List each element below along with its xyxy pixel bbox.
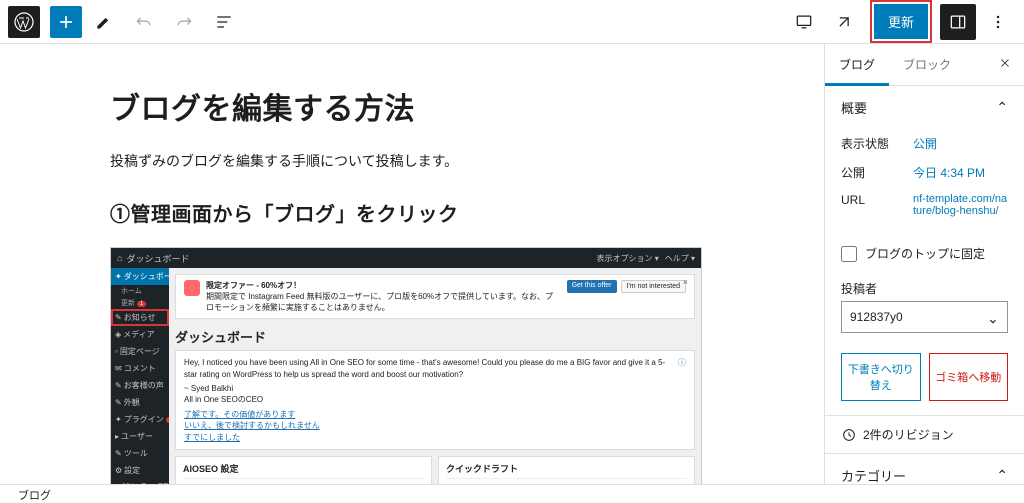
nested-nav-home: ホーム	[111, 285, 169, 297]
panel-icon	[948, 12, 968, 32]
author-label: 投稿者	[825, 270, 1024, 301]
category-label: カテゴリー	[841, 466, 906, 484]
nested-nav-tools: ✎ツール	[111, 445, 169, 462]
nested-nav-dashboard: ✦ダッシュボード	[111, 268, 169, 285]
add-block-button[interactable]	[50, 6, 82, 38]
wordpress-icon	[14, 12, 34, 32]
desktop-icon	[794, 12, 814, 32]
nested-nav-plugins: ✦プラグイン 1	[111, 411, 169, 428]
list-icon	[214, 12, 234, 32]
status-value-link[interactable]: 公開	[913, 135, 1008, 152]
sticky-checkbox[interactable]	[841, 246, 857, 262]
history-icon	[841, 427, 857, 443]
block-breadcrumb[interactable]: ブログ	[0, 484, 1024, 502]
nested-aioseo-review: ⓘ Hey, I noticed you have been using All…	[175, 350, 695, 449]
nested-panel-link3: すでにしました	[184, 433, 240, 442]
nested-nav-pages: ▫固定ページ	[111, 343, 169, 360]
nested-panel-text: Hey, I noticed you have been using All i…	[184, 357, 686, 379]
nested-display-options: 表示オプション ▾	[597, 253, 659, 264]
close-sidebar-button[interactable]	[986, 44, 1024, 85]
breadcrumb-item: ブログ	[18, 490, 51, 502]
publish-value-link[interactable]: 今日 4:34 PM	[913, 164, 1008, 181]
url-label: URL	[841, 193, 913, 217]
nested-panel-link2: いいえ、後で検討するかもしれません	[184, 421, 320, 430]
chevron-down-icon: ⌃	[987, 309, 999, 326]
plus-icon	[56, 12, 76, 32]
heading-block[interactable]: ①管理画面から「ブログ」をクリック	[110, 198, 730, 227]
nested-panel-sig2: All in One SEOのCEO	[184, 394, 686, 405]
more-menu-button[interactable]	[980, 4, 1016, 40]
nested-col1-title: AIOSEO 設定	[183, 462, 424, 479]
summary-section-header[interactable]: 概要 ⌃	[825, 86, 1024, 129]
nested-bar-title: ダッシュボード	[126, 252, 189, 265]
close-icon: ×	[683, 277, 688, 287]
image-block-nested-screenshot[interactable]: ⌂ ダッシュボード 表示オプション ▾ ヘルプ ▾ ✦ダッシュボード ホーム 更新…	[110, 247, 702, 484]
nested-nav-media: ◈メディア	[111, 326, 169, 343]
nested-panel-sig1: ~ Syed Balkhi	[184, 383, 686, 394]
revisions-text: 2件のリビジョン	[863, 426, 954, 443]
nested-nav-appearance: ✎外観	[111, 394, 169, 411]
external-link-icon	[834, 12, 854, 32]
nested-panel-link1: 了解です。その価値があります	[184, 410, 295, 419]
nested-notice-text: 期間限定で Instagram Feed 無料版のユーザーに、プロ版を60%オフ…	[206, 291, 561, 313]
revisions-link[interactable]: 2件のリビジョン	[825, 416, 1024, 454]
edit-mode-button[interactable]	[86, 4, 122, 40]
dots-vertical-icon	[988, 12, 1008, 32]
nested-adminbar: ⌂ ダッシュボード 表示オプション ▾ ヘルプ ▾	[111, 248, 701, 268]
nested-nav-update: 更新 1	[111, 297, 169, 309]
redo-icon	[174, 12, 194, 32]
summary-label: 概要	[841, 98, 867, 117]
update-highlight-annotation: 更新	[870, 0, 932, 43]
preview-external-button[interactable]	[826, 4, 862, 40]
nested-content: 限定オファー - 60%オフ！ 期間限定で Instagram Feed 無料版…	[169, 268, 701, 484]
close-icon	[998, 56, 1012, 70]
nested-notice-title: 限定オファー - 60%オフ！	[206, 280, 561, 291]
info-icon: ⓘ	[678, 357, 686, 368]
tab-block[interactable]: ブロック	[889, 44, 965, 85]
undo-icon	[134, 12, 154, 32]
category-section-header[interactable]: カテゴリー ⌃	[825, 454, 1024, 484]
view-button[interactable]	[786, 4, 822, 40]
nested-nav-comments: ✉コメント	[111, 360, 169, 377]
nested-help: ヘルプ ▾	[665, 253, 695, 264]
instagram-badge-icon	[184, 280, 200, 296]
nested-notice-cta: Get this offer	[567, 280, 617, 293]
paragraph-block[interactable]: 投稿ずみのブログを編集する手順について投稿します。	[110, 150, 730, 172]
wp-logo[interactable]	[8, 6, 40, 38]
author-value: 912837y0	[850, 310, 903, 324]
url-value-link[interactable]: nf-template.com/nature/blog-henshu/	[913, 193, 1008, 217]
status-label: 表示状態	[841, 135, 913, 152]
sidebar-toggle-button[interactable]	[940, 4, 976, 40]
nested-nav-oshirase-highlighted: ✎お知らせ	[111, 309, 169, 326]
post-title[interactable]: ブログを編集する方法	[110, 84, 730, 128]
nested-notice-dismiss: I'm not interested	[621, 280, 686, 293]
nested-dashboard-heading: ダッシュボード	[175, 327, 695, 346]
switch-to-draft-button[interactable]: 下書きへ切り替え	[841, 353, 921, 401]
nested-nav-users: ▸ユーザー	[111, 428, 169, 445]
pencil-icon	[94, 12, 114, 32]
nested-quick-draft: クイックドラフト タイトル コンテンツ	[438, 456, 695, 484]
home-icon: ⌂	[117, 253, 122, 263]
list-view-button[interactable]	[206, 4, 242, 40]
nested-notice-offer: 限定オファー - 60%オフ！ 期間限定で Instagram Feed 無料版…	[175, 274, 695, 319]
nested-sidebar: ✦ダッシュボード ホーム 更新 1 ✎お知らせ ◈メディア ▫固定ページ ✉コメ…	[111, 268, 169, 484]
nested-col2-title: クイックドラフト	[446, 462, 687, 479]
editor-canvas[interactable]: ブログを編集する方法 投稿ずみのブログを編集する手順について投稿します。 ①管理…	[0, 44, 824, 484]
sticky-label: ブログのトップに固定	[865, 245, 985, 262]
publish-label: 公開	[841, 164, 913, 181]
move-to-trash-button[interactable]: ゴミ箱へ移動	[929, 353, 1009, 401]
nested-nav-voice: ✎お客様の声	[111, 377, 169, 394]
nested-nav-settings: ⚙設定	[111, 462, 169, 479]
chevron-up-icon: ⌃	[996, 99, 1008, 116]
tab-post[interactable]: ブログ	[825, 44, 889, 85]
update-button[interactable]: 更新	[874, 4, 928, 39]
top-toolbar: 更新	[0, 0, 1024, 44]
chevron-up-icon: ⌃	[996, 467, 1008, 484]
undo-button[interactable]	[126, 4, 162, 40]
settings-sidebar: ブログ ブロック 概要 ⌃ 表示状態 公開 公開 今日 4:34 PM	[824, 44, 1024, 484]
sidebar-tabs: ブログ ブロック	[825, 44, 1024, 86]
nested-aioseo-settings: AIOSEO 設定 ○ ステップ0 の6 You're almost there…	[175, 456, 432, 484]
author-select[interactable]: 912837y0 ⌃	[841, 301, 1008, 333]
redo-button[interactable]	[166, 4, 202, 40]
